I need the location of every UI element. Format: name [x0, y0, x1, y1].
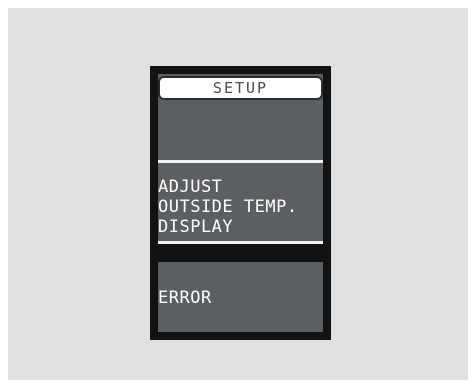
- title-bar: SETUP: [158, 76, 323, 100]
- divider-line: [158, 241, 323, 244]
- error-label: ERROR: [158, 288, 212, 308]
- menu-line-display: DISPLAY: [158, 217, 234, 237]
- menu-line-outside-temp: OUTSIDE TEMP.: [158, 197, 298, 217]
- menu-line-adjust: ADJUST: [158, 177, 223, 197]
- screen-title: SETUP: [212, 79, 269, 97]
